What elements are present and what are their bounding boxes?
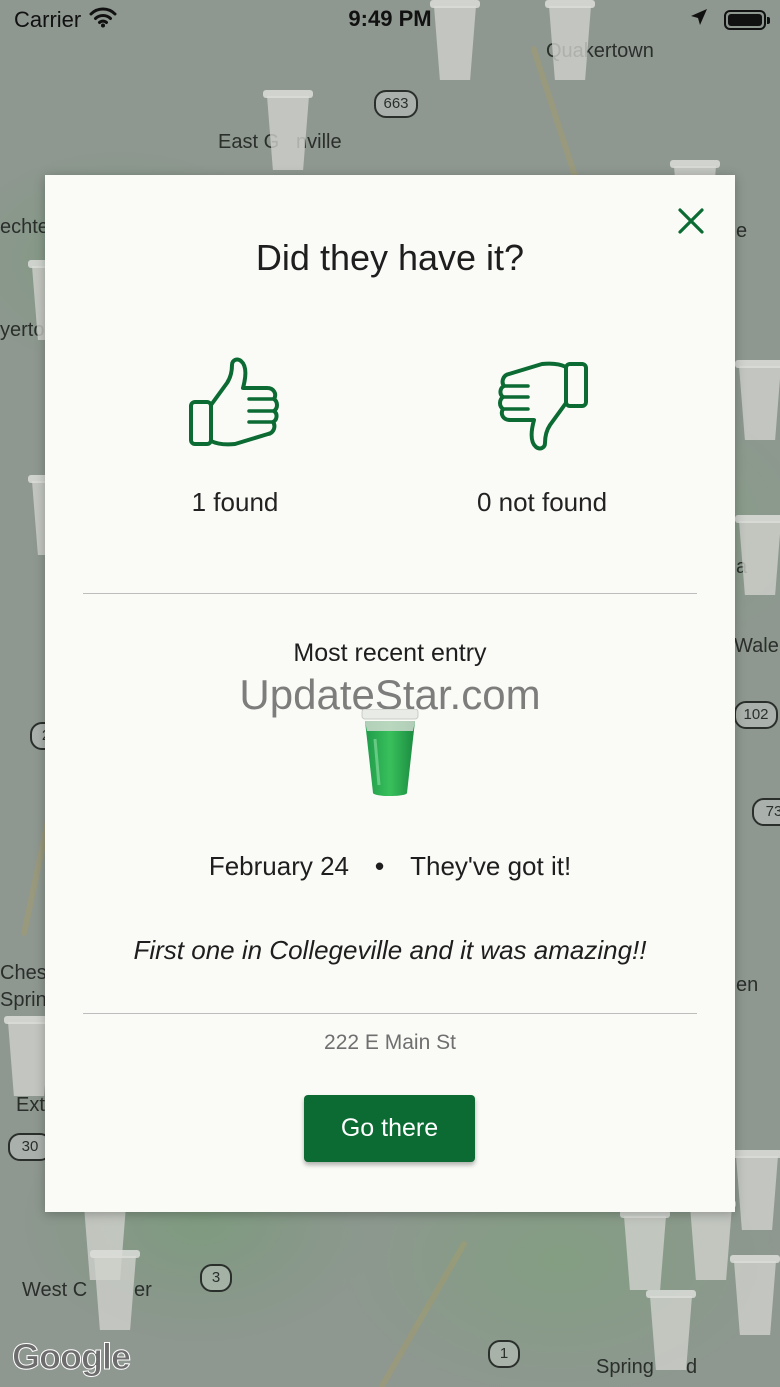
route-badge: 663 xyxy=(374,90,418,118)
feedback-modal: Did they have it? 1 found 0 not found Mo… xyxy=(45,175,735,1212)
route-badge: 102 xyxy=(734,701,778,729)
close-icon[interactable] xyxy=(675,205,707,237)
cup-marker-icon[interactable] xyxy=(735,515,780,595)
cup-marker-icon[interactable] xyxy=(90,1250,140,1330)
map-label: en xyxy=(736,974,759,996)
status-time: 9:49 PM xyxy=(348,6,432,31)
thumbs-down-icon[interactable] xyxy=(442,357,642,451)
map-road xyxy=(377,1239,469,1387)
separator-dot: • xyxy=(375,851,385,881)
map-label: Wale xyxy=(734,635,779,657)
location-arrow-icon xyxy=(690,8,708,31)
cup-marker-icon[interactable] xyxy=(646,1290,696,1370)
google-logo: Google xyxy=(12,1336,132,1378)
map-label: Sprin xyxy=(0,989,47,1011)
entry-date: February 24 xyxy=(208,851,350,881)
thumbs-up-icon[interactable] xyxy=(135,357,335,451)
cup-marker-icon[interactable] xyxy=(732,1150,780,1230)
divider xyxy=(83,1013,697,1014)
entry-comment: First one in Collegeville and it was ama… xyxy=(133,935,647,965)
not-found-button[interactable]: 0 not found xyxy=(442,357,642,518)
map-label: Ext xyxy=(16,1094,45,1116)
drink-photo xyxy=(361,708,419,799)
store-address: 222 E Main St xyxy=(324,1031,456,1054)
status-bar: Carrier 9:49 PM xyxy=(0,0,780,40)
cup-marker-icon[interactable] xyxy=(730,1255,780,1335)
cup-marker-icon[interactable] xyxy=(686,1200,736,1280)
cup-marker-icon[interactable] xyxy=(735,360,780,440)
map-label: West C xyxy=(22,1279,88,1301)
recent-entry-heading: Most recent entry xyxy=(293,639,487,667)
map-label: echte xyxy=(0,216,49,238)
found-button[interactable]: 1 found xyxy=(135,357,335,518)
cup-marker-icon[interactable] xyxy=(620,1210,670,1290)
entry-meta: February 24 • They've got it! xyxy=(45,851,735,882)
route-badge: 73 xyxy=(752,798,780,826)
battery-icon xyxy=(724,9,770,30)
divider xyxy=(83,593,697,594)
go-there-button[interactable]: Go there xyxy=(304,1095,475,1162)
found-count-label: 1 found xyxy=(191,487,279,517)
modal-title: Did they have it? xyxy=(255,237,525,278)
entry-status: They've got it! xyxy=(410,851,572,881)
map-label: e xyxy=(736,220,748,242)
route-badge: 3 xyxy=(200,1264,232,1292)
route-badge: 1 xyxy=(488,1340,520,1368)
cup-marker-icon[interactable] xyxy=(263,90,313,170)
status-right xyxy=(690,8,770,31)
not-found-count-label: 0 not found xyxy=(476,487,608,517)
